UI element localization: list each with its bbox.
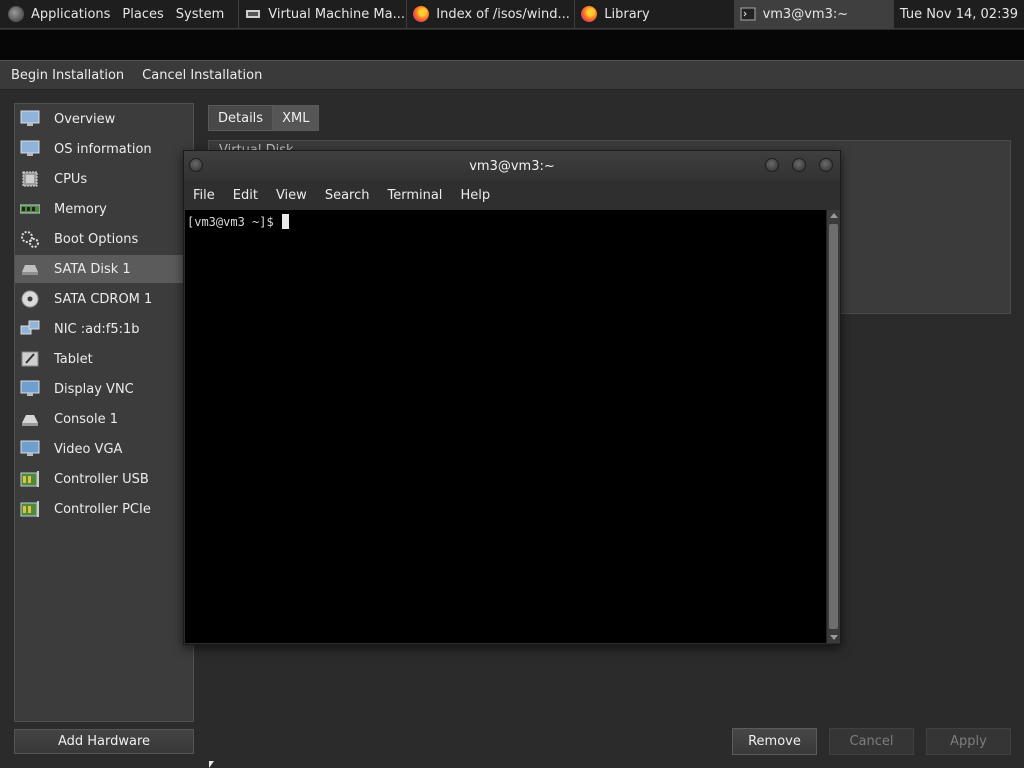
details-tabs: Details XML: [208, 105, 320, 131]
sidebar-item-label: Controller PCIe: [54, 501, 151, 517]
sidebar-item-label: Memory: [54, 201, 107, 217]
task-terminal[interactable]: vm3@vm3:~: [733, 0, 893, 29]
menu-search[interactable]: Search: [316, 188, 379, 203]
sidebar-item-video-vga[interactable]: Video VGA: [15, 435, 193, 463]
disk-icon: [20, 260, 40, 278]
tab-xml[interactable]: XML: [273, 105, 320, 131]
shell-prompt: [vm3@vm3 ~]$: [187, 214, 289, 229]
sidebar-item-os-information[interactable]: OS information: [15, 135, 193, 163]
sidebar-item-label: SATA Disk 1: [54, 261, 131, 277]
sidebar-item-tablet[interactable]: Tablet: [15, 345, 193, 373]
menu-view[interactable]: View: [267, 188, 316, 203]
sidebar-item-label: Video VGA: [54, 441, 123, 457]
text-cursor: [281, 214, 289, 229]
cdrom-icon: [20, 290, 40, 308]
tab-details[interactable]: Details: [208, 105, 274, 131]
video-icon: [20, 440, 40, 458]
places-menu[interactable]: Places: [116, 0, 169, 29]
terminal-titlebar[interactable]: vm3@vm3:~: [184, 151, 840, 181]
scroll-up-icon[interactable]: [830, 213, 838, 218]
controller-icon: [20, 500, 40, 518]
task-label: Index of /isos/wind...: [436, 6, 570, 22]
scroll-down-icon[interactable]: [830, 635, 838, 640]
scrollbar-thumb[interactable]: [829, 224, 838, 629]
vm-toolbar: Begin Installation Cancel Installation: [0, 60, 1024, 90]
mouse-pointer-icon: [209, 761, 214, 768]
hardware-list: Overview OS information CPUs Memory Boot…: [14, 103, 194, 722]
terminal-icon: [740, 6, 756, 22]
top-panel: Applications Places System Virtual Machi…: [0, 0, 1024, 29]
terminal-window: vm3@vm3:~ File Edit View Search Terminal…: [183, 150, 841, 645]
task-firefox-library[interactable]: Library: [574, 0, 733, 29]
virt-manager-icon: [245, 6, 261, 22]
sidebar-item-label: Overview: [54, 111, 116, 127]
monitor-icon: [20, 140, 40, 158]
apply-button[interactable]: Apply: [926, 728, 1011, 755]
sidebar-item-display-vnc[interactable]: Display VNC: [15, 375, 193, 403]
begin-installation-button[interactable]: Begin Installation: [0, 68, 133, 83]
terminal-title: vm3@vm3:~: [469, 158, 555, 174]
sidebar-item-label: OS information: [54, 141, 152, 157]
close-icon[interactable]: [819, 158, 833, 172]
gnome-logo-icon: [8, 6, 24, 22]
remove-button[interactable]: Remove: [732, 728, 817, 755]
applications-menu-label: Applications: [31, 6, 111, 22]
maximize-icon[interactable]: [792, 158, 806, 172]
terminal-menubar: File Edit View Search Terminal Help: [184, 181, 840, 210]
display-icon: [20, 380, 40, 398]
network-icon: [20, 320, 40, 338]
task-label: vm3@vm3:~: [762, 6, 849, 22]
prompt-text: [vm3@vm3 ~]$: [187, 214, 274, 229]
memory-icon: [20, 200, 40, 218]
tablet-icon: [20, 350, 40, 368]
cpu-icon: [20, 170, 40, 188]
sidebar-item-sata-disk-1[interactable]: SATA Disk 1: [15, 255, 193, 283]
system-menu[interactable]: System: [170, 0, 230, 29]
sidebar-item-console-1[interactable]: Console 1: [15, 405, 193, 433]
sidebar-item-label: Controller USB: [54, 471, 149, 487]
sidebar-item-cpus[interactable]: CPUs: [15, 165, 193, 193]
menu-edit[interactable]: Edit: [224, 188, 267, 203]
system-menu-label: System: [175, 6, 225, 22]
gears-icon: [20, 230, 40, 248]
terminal-scrollbar[interactable]: [826, 210, 840, 643]
console-icon: [20, 410, 40, 428]
sidebar-item-memory[interactable]: Memory: [15, 195, 193, 223]
controller-icon: [20, 470, 40, 488]
sidebar-item-label: CPUs: [54, 171, 88, 187]
sidebar-item-boot-options[interactable]: Boot Options: [15, 225, 193, 253]
menu-terminal[interactable]: Terminal: [378, 188, 451, 203]
task-virt-manager[interactable]: Virtual Machine Ma...: [238, 0, 405, 29]
clock[interactable]: Tue Nov 14, 02:39: [892, 0, 1024, 29]
sidebar-item-label: Tablet: [54, 351, 93, 367]
sidebar-item-nic[interactable]: NIC :ad:f5:1b: [15, 315, 193, 343]
sidebar-item-controller-usb[interactable]: Controller USB: [15, 465, 193, 493]
terminal-screen[interactable]: [vm3@vm3 ~]$: [185, 210, 826, 643]
sidebar-item-controller-pcie[interactable]: Controller PCIe: [15, 495, 193, 523]
minimize-icon[interactable]: [765, 158, 779, 172]
vm-window-titlebar[interactable]: [0, 30, 1024, 60]
sidebar-item-label: Boot Options: [54, 231, 139, 247]
sidebar-item-overview[interactable]: Overview: [15, 105, 193, 133]
cancel-installation-button[interactable]: Cancel Installation: [133, 68, 271, 83]
add-hardware-button[interactable]: Add Hardware: [14, 729, 194, 754]
sidebar-item-label: SATA CDROM 1: [54, 291, 153, 307]
monitor-icon: [20, 110, 40, 128]
applications-menu[interactable]: Applications: [0, 0, 116, 29]
sidebar-item-label: NIC :ad:f5:1b: [54, 321, 140, 337]
window-menu-icon[interactable]: [189, 158, 203, 172]
task-firefox-index[interactable]: Index of /isos/wind...: [406, 0, 570, 29]
firefox-icon: [413, 6, 430, 22]
cancel-button[interactable]: Cancel: [829, 728, 914, 755]
places-menu-label: Places: [122, 6, 164, 22]
task-label: Virtual Machine Ma...: [268, 6, 405, 22]
clock-label: Tue Nov 14, 02:39: [899, 6, 1018, 22]
menu-file[interactable]: File: [184, 188, 224, 203]
sidebar-item-sata-cdrom-1[interactable]: SATA CDROM 1: [15, 285, 193, 313]
task-label: Library: [604, 6, 650, 22]
sidebar-item-label: Console 1: [54, 411, 119, 427]
menu-help[interactable]: Help: [451, 188, 499, 203]
firefox-icon: [581, 6, 598, 22]
sidebar-item-label: Display VNC: [54, 381, 134, 397]
